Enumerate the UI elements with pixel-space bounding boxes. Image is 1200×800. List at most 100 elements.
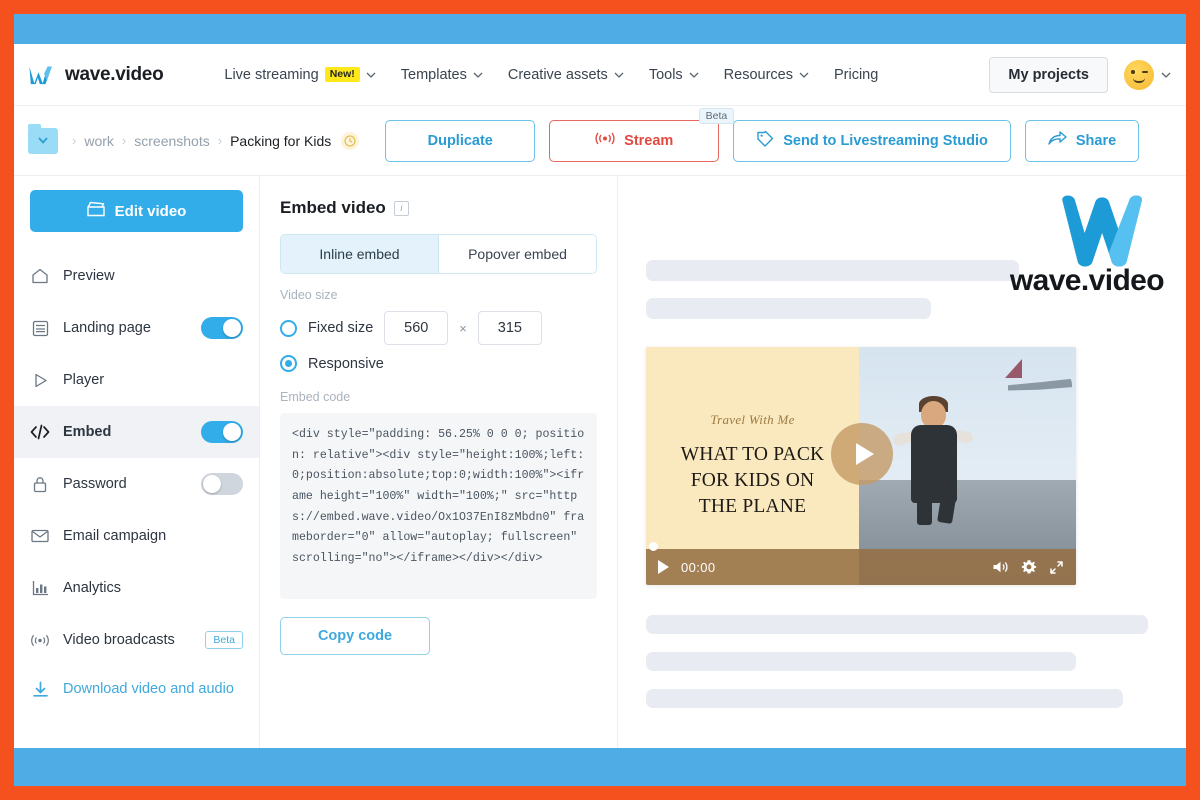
fixed-size-option-row: Fixed size 560 × 315 bbox=[280, 311, 597, 345]
fixed-size-label: Fixed size bbox=[308, 320, 373, 336]
nav-label: Tools bbox=[649, 67, 683, 83]
main-content: Edit video Preview Landing page bbox=[14, 176, 1186, 748]
player-controls-bar: 00:00 bbox=[646, 549, 1076, 585]
sidebar-label: Analytics bbox=[63, 580, 243, 596]
sidebar-item-embed[interactable]: Embed bbox=[14, 406, 259, 458]
volume-icon[interactable] bbox=[992, 560, 1009, 574]
breadcrumb-separator: › bbox=[122, 133, 126, 148]
stream-label: Stream bbox=[624, 133, 673, 149]
breadcrumb-separator: › bbox=[72, 133, 76, 148]
play-button-overlay[interactable] bbox=[831, 423, 893, 485]
my-projects-button[interactable]: My projects bbox=[989, 57, 1108, 93]
nav-item-templates[interactable]: Templates bbox=[388, 59, 495, 91]
height-input[interactable]: 315 bbox=[478, 311, 542, 345]
avatar bbox=[1124, 60, 1154, 90]
responsive-radio[interactable] bbox=[280, 355, 297, 372]
nav-item-tools[interactable]: Tools bbox=[636, 59, 711, 91]
sidebar-item-analytics[interactable]: Analytics bbox=[14, 562, 259, 614]
edit-video-button[interactable]: Edit video bbox=[30, 190, 243, 232]
toolbar-actions: Duplicate Stream Beta Send to Livestream… bbox=[385, 120, 1139, 162]
placeholder-bar bbox=[646, 260, 1019, 281]
top-navigation-bar: wave.video Live streaming New! Templates… bbox=[14, 44, 1186, 106]
sidebar-label: Preview bbox=[63, 268, 243, 284]
video-size-label: Video size bbox=[280, 288, 597, 302]
outer-frame: wave.video Live streaming New! Templates… bbox=[0, 0, 1200, 800]
gear-icon[interactable] bbox=[1021, 559, 1037, 575]
password-toggle[interactable] bbox=[201, 473, 243, 495]
sidebar-item-player[interactable]: Player bbox=[14, 354, 259, 406]
nav-label: Creative assets bbox=[508, 67, 608, 83]
breadcrumb: › work › screenshots › Packing for Kids bbox=[72, 132, 359, 150]
user-account-menu[interactable] bbox=[1124, 60, 1170, 90]
send-to-livestreaming-studio-button[interactable]: Send to Livestreaming Studio bbox=[733, 120, 1011, 162]
preview-logo: wave.video bbox=[646, 194, 1164, 298]
responsive-option-row: Responsive bbox=[280, 355, 597, 372]
browser-window: wave.video Live streaming New! Templates… bbox=[14, 14, 1186, 786]
folder-dropdown-button[interactable] bbox=[28, 128, 58, 154]
duplicate-button[interactable]: Duplicate bbox=[385, 120, 535, 162]
nav-item-pricing[interactable]: Pricing bbox=[821, 59, 891, 91]
breadcrumb-item-current[interactable]: Packing for Kids bbox=[230, 133, 331, 149]
envelope-icon bbox=[30, 526, 50, 546]
landing-page-preview: wave.video Travel With Me WHAT TO PACK F… bbox=[618, 176, 1186, 748]
stream-beta-tag: Beta bbox=[699, 108, 735, 124]
breadcrumb-item-work[interactable]: work bbox=[84, 133, 114, 149]
new-badge: New! bbox=[325, 67, 360, 83]
breadcrumb-item-screenshots[interactable]: screenshots bbox=[134, 133, 209, 149]
sidebar-item-email-campaign[interactable]: Email campaign bbox=[14, 510, 259, 562]
fixed-size-radio[interactable] bbox=[280, 320, 297, 337]
sidebar-label: Email campaign bbox=[63, 528, 243, 544]
nav-item-creative-assets[interactable]: Creative assets bbox=[495, 59, 636, 91]
broadcast-icon bbox=[30, 630, 50, 650]
duplicate-label: Duplicate bbox=[428, 133, 493, 149]
placeholder-bar bbox=[646, 689, 1123, 708]
chevron-down-icon bbox=[689, 70, 698, 79]
tab-inline-embed[interactable]: Inline embed bbox=[281, 235, 438, 273]
video-title-text: WHAT TO PACK FOR KIDS ON THE PLANE bbox=[681, 442, 825, 520]
placeholder-bar bbox=[646, 298, 931, 319]
stream-button[interactable]: Stream Beta bbox=[549, 120, 719, 162]
nav-label: Resources bbox=[724, 67, 793, 83]
width-input[interactable]: 560 bbox=[384, 311, 448, 345]
bar-chart-icon bbox=[30, 578, 50, 598]
page-icon bbox=[30, 318, 50, 338]
sidebar-item-video-broadcasts[interactable]: Video broadcasts Beta bbox=[14, 614, 259, 666]
nav-item-resources[interactable]: Resources bbox=[711, 59, 821, 91]
sidebar-label: Password bbox=[63, 476, 188, 492]
video-eyebrow-text: Travel With Me bbox=[710, 412, 794, 428]
nav-label: Pricing bbox=[834, 67, 878, 83]
embed-settings-panel: Embed video i Inline embed Popover embed… bbox=[260, 176, 618, 748]
fullscreen-icon[interactable] bbox=[1049, 560, 1064, 575]
info-icon[interactable]: i bbox=[394, 201, 409, 216]
project-toolbar: › work › screenshots › Packing for Kids … bbox=[14, 106, 1186, 176]
play-icon[interactable] bbox=[658, 560, 669, 574]
caret-down-icon bbox=[38, 137, 48, 144]
nav-item-live-streaming[interactable]: Live streaming New! bbox=[211, 59, 387, 91]
landing-page-toggle[interactable] bbox=[201, 317, 243, 339]
sidebar-item-password[interactable]: Password bbox=[14, 458, 259, 510]
video-broadcasts-beta-chip: Beta bbox=[205, 631, 243, 649]
wave-logo-icon bbox=[28, 65, 56, 85]
nav-label: Templates bbox=[401, 67, 467, 83]
clapperboard-icon bbox=[87, 201, 105, 221]
embed-code-textarea[interactable]: <div style="padding: 56.25% 0 0 0; posit… bbox=[280, 413, 597, 599]
video-player-preview[interactable]: Travel With Me WHAT TO PACK FOR KIDS ON … bbox=[646, 347, 1076, 585]
sidebar-item-landing-page[interactable]: Landing page bbox=[14, 302, 259, 354]
share-button[interactable]: Share bbox=[1025, 120, 1139, 162]
history-clock-icon[interactable] bbox=[341, 132, 359, 150]
progress-handle[interactable] bbox=[649, 542, 658, 551]
lock-icon bbox=[30, 474, 50, 494]
breadcrumb-separator: › bbox=[218, 133, 222, 148]
sidebar-item-preview[interactable]: Preview bbox=[14, 250, 259, 302]
sidebar-label: Landing page bbox=[63, 320, 188, 336]
nav-items: Live streaming New! Templates Creative a… bbox=[211, 59, 981, 91]
embed-toggle[interactable] bbox=[201, 421, 243, 443]
embed-code-label: Embed code bbox=[280, 390, 597, 404]
download-video-and-audio-link[interactable]: Download video and audio bbox=[14, 666, 259, 712]
chevron-down-icon bbox=[1161, 70, 1170, 79]
tab-popover-embed[interactable]: Popover embed bbox=[438, 235, 596, 273]
sidebar: Edit video Preview Landing page bbox=[14, 176, 260, 748]
preview-logo-text: wave.video bbox=[1010, 264, 1164, 298]
copy-code-button[interactable]: Copy code bbox=[280, 617, 430, 655]
brand-logo[interactable]: wave.video bbox=[28, 64, 163, 86]
